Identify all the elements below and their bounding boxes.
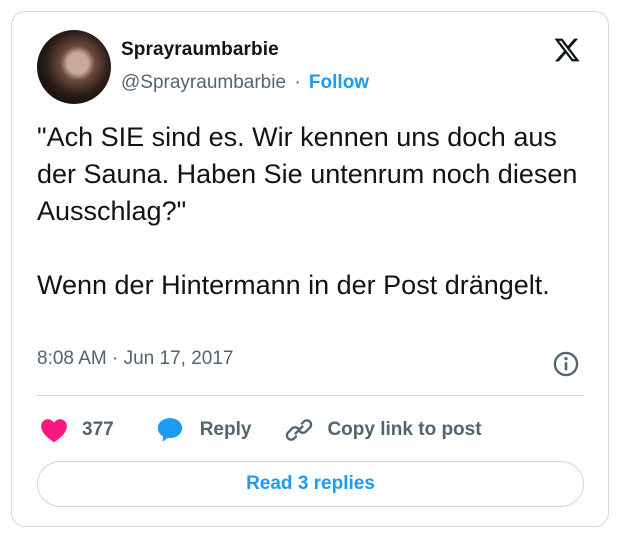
reply-label: Reply	[199, 419, 252, 440]
action-bar: 377 Reply Copy link to post	[40, 407, 580, 453]
divider	[37, 395, 584, 396]
author-handle-row: @Sprayraumbarbie · Follow	[121, 72, 369, 94]
speech-bubble-icon	[157, 418, 182, 442]
copy-link-label: Copy link to post	[327, 419, 482, 440]
post-text: "Ach SIE sind es. Wir kennen uns doch au…	[37, 119, 582, 304]
info-icon[interactable]	[552, 350, 580, 378]
link-icon	[286, 419, 313, 441]
copy-link-button[interactable]: Copy link to post	[285, 416, 482, 444]
follow-button[interactable]: Follow	[309, 72, 369, 93]
reply-button[interactable]: Reply	[156, 416, 252, 444]
heart-icon	[41, 419, 67, 443]
post-paragraph: Wenn der Hintermann in der Post drängelt…	[37, 270, 550, 300]
separator-dot: ·	[294, 72, 301, 93]
read-replies-button[interactable]: Read 3 replies	[37, 461, 584, 507]
author-display-name[interactable]: Sprayraumbarbie	[121, 39, 279, 61]
x-logo-icon[interactable]	[553, 36, 581, 64]
like-button[interactable]: 377	[40, 417, 114, 443]
post-timestamp[interactable]: 8:08 AM · Jun 17, 2017	[37, 348, 233, 370]
author-avatar[interactable]	[37, 30, 111, 104]
like-count: 377	[82, 419, 114, 440]
embedded-post-card: Sprayraumbarbie @Sprayraumbarbie · Follo…	[11, 11, 609, 527]
post-paragraph: "Ach SIE sind es. Wir kennen uns doch au…	[37, 122, 578, 226]
author-handle[interactable]: @Sprayraumbarbie	[121, 72, 286, 93]
